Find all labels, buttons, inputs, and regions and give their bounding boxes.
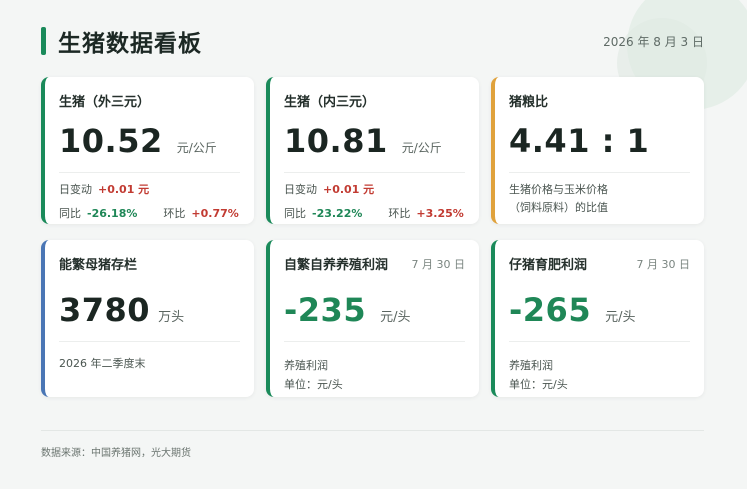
yoy-value: -23.22% bbox=[312, 207, 363, 220]
yoy-label: 同比 bbox=[59, 207, 81, 220]
card-date: 7 月 30 日 bbox=[636, 257, 691, 271]
day-change-row: 日变动 +0.01 元 bbox=[284, 181, 465, 197]
divider bbox=[59, 341, 240, 342]
profit-value: -235 bbox=[284, 291, 367, 329]
profit-description: 养殖利润 单位：元/头 bbox=[284, 356, 465, 394]
yoy-mom-row: 同比 -23.22% 环比 +3.25% bbox=[284, 205, 465, 221]
period-text: 2026 年二季度末 bbox=[59, 357, 146, 370]
day-change-value: +0.01 元 bbox=[98, 183, 150, 196]
profit-description: 养殖利润 单位：元/头 bbox=[509, 356, 690, 394]
card-hog-grain-ratio: 猪粮比 4.41 : 1 生猪价格与玉米价格 （饲料原料）的比值 bbox=[491, 77, 704, 224]
divider bbox=[509, 341, 690, 342]
day-change-row: 日变动 +0.01 元 bbox=[59, 181, 240, 197]
report-date: 2026 年 8 月 3 日 bbox=[603, 34, 704, 49]
card-hog-outer: 生猪（外三元） 10.52 元/公斤 日变动 +0.01 元 同比 -26.18%… bbox=[41, 77, 254, 224]
profit-unit: 元/头 bbox=[380, 310, 411, 325]
page-title: 生猪数据看板 bbox=[58, 31, 202, 57]
price-unit: 元/公斤 bbox=[401, 141, 442, 155]
mom-label: 环比 bbox=[388, 207, 411, 220]
mom-value: +3.25% bbox=[416, 207, 464, 220]
yoy-label: 同比 bbox=[284, 207, 306, 220]
desc-line: 单位：元/头 bbox=[284, 378, 343, 391]
card-grid: 生猪（外三元） 10.52 元/公斤 日变动 +0.01 元 同比 -26.18%… bbox=[41, 77, 704, 397]
day-change-label: 日变动 bbox=[284, 183, 317, 196]
divider bbox=[59, 172, 240, 173]
card-title: 生猪（外三元） bbox=[59, 95, 151, 110]
title-accent-bar bbox=[41, 27, 46, 55]
price-value: 10.81 bbox=[284, 122, 388, 160]
card-title: 自繁自养养殖利润 bbox=[284, 258, 389, 273]
card-title: 能繁母猪存栏 bbox=[59, 258, 138, 273]
card-title: 仔猪育肥利润 bbox=[509, 258, 588, 273]
card-title: 猪粮比 bbox=[509, 95, 549, 110]
card-title: 生猪（内三元） bbox=[284, 95, 376, 110]
yoy-mom-row: 同比 -26.18% 环比 +0.77% bbox=[59, 205, 240, 221]
mom-value: +0.77% bbox=[191, 207, 239, 220]
data-source: 数据来源：中国养猪网，光大期货 bbox=[41, 448, 191, 459]
desc-line: 养殖利润 bbox=[509, 359, 553, 372]
yoy-value: -26.18% bbox=[87, 207, 138, 220]
divider bbox=[284, 341, 465, 342]
price-value: 10.52 bbox=[59, 122, 163, 160]
header: 生猪数据看板 2026 年 8 月 3 日 bbox=[41, 24, 704, 58]
price-unit: 元/公斤 bbox=[176, 141, 217, 155]
divider bbox=[284, 172, 465, 173]
ratio-value: 4.41 : 1 bbox=[509, 122, 650, 160]
desc-line: 单位：元/头 bbox=[509, 378, 568, 391]
card-date: 7 月 30 日 bbox=[411, 257, 466, 271]
desc-line: 生猪价格与玉米价格 bbox=[509, 183, 608, 196]
title-wrap: 生猪数据看板 bbox=[41, 24, 202, 58]
card-self-breed-profit: 自繁自养养殖利润 7 月 30 日 -235 元/头 养殖利润 单位：元/头 bbox=[266, 240, 479, 397]
mom-label: 环比 bbox=[163, 207, 186, 220]
card-hog-inner: 生猪（内三元） 10.81 元/公斤 日变动 +0.01 元 同比 -23.22%… bbox=[266, 77, 479, 224]
ratio-description: 生猪价格与玉米价格 （饲料原料）的比值 bbox=[509, 181, 690, 217]
profit-value: -265 bbox=[509, 291, 592, 329]
inventory-value: 3780 bbox=[59, 291, 151, 329]
card-sows-inventory: 能繁母猪存栏 3780 万头 2026 年二季度末 bbox=[41, 240, 254, 397]
divider bbox=[509, 172, 690, 173]
card-piglet-profit: 仔猪育肥利润 7 月 30 日 -265 元/头 养殖利润 单位：元/头 bbox=[491, 240, 704, 397]
footer-divider bbox=[41, 430, 704, 431]
day-change-value: +0.01 元 bbox=[323, 183, 375, 196]
profit-unit: 元/头 bbox=[605, 310, 636, 325]
inventory-unit: 万头 bbox=[158, 310, 185, 325]
desc-line: （饲料原料）的比值 bbox=[509, 201, 608, 214]
day-change-label: 日变动 bbox=[59, 183, 92, 196]
desc-line: 养殖利润 bbox=[284, 359, 328, 372]
